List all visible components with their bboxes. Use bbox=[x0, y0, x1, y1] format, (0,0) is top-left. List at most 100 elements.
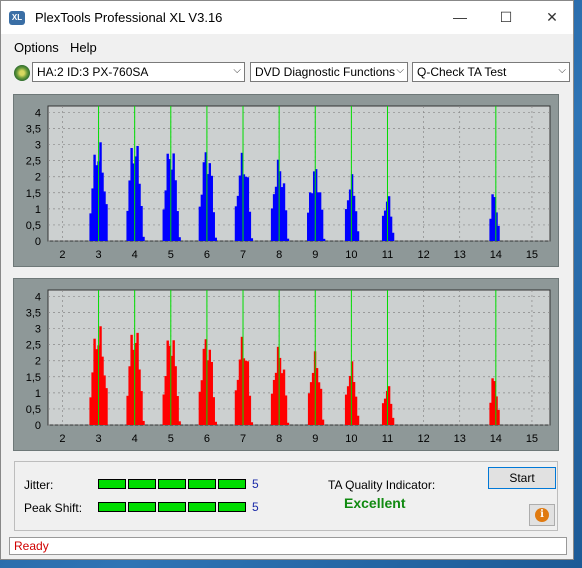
results-panel bbox=[14, 461, 558, 531]
drive-select[interactable]: HA:2 ID:3 PX-760SA ⌵ bbox=[32, 62, 245, 82]
y-tick-label: 1,5 bbox=[26, 188, 41, 200]
status-text: Ready bbox=[14, 539, 49, 553]
x-tick-label: 12 bbox=[417, 249, 429, 261]
menu-help[interactable]: Help bbox=[70, 40, 97, 55]
ta-quality-value: Excellent bbox=[344, 495, 406, 511]
plot-area bbox=[47, 105, 551, 242]
y-tick-label: 3 bbox=[35, 140, 41, 152]
histogram-bar bbox=[140, 206, 143, 241]
app-logo-icon: XL bbox=[9, 11, 25, 25]
function-select[interactable]: DVD Diagnostic Functions ⌵ bbox=[250, 62, 408, 82]
x-tick-label: 14 bbox=[490, 433, 502, 445]
x-tick-label: 13 bbox=[454, 249, 466, 261]
meter-segment bbox=[98, 479, 126, 489]
minimize-button[interactable]: — bbox=[437, 1, 483, 34]
histogram-bar bbox=[214, 237, 217, 241]
x-tick-label: 15 bbox=[526, 249, 538, 261]
x-tick-label: 2 bbox=[59, 433, 65, 445]
peak-shift-label: Peak Shift: bbox=[24, 501, 83, 515]
x-tick-label: 9 bbox=[312, 249, 318, 261]
drive-select-value: HA:2 ID:3 PX-760SA bbox=[37, 65, 149, 79]
x-tick-label: 8 bbox=[276, 249, 282, 261]
histogram-bar bbox=[248, 211, 252, 241]
y-tick-label: 4 bbox=[35, 291, 41, 303]
histogram-bar bbox=[248, 395, 252, 425]
title-bar[interactable]: XL PlexTools Professional XL V3.16 — ☐ ✕ bbox=[1, 1, 573, 34]
histogram-bar bbox=[178, 237, 181, 241]
histogram-bar bbox=[319, 388, 323, 425]
meter-segment bbox=[128, 479, 156, 489]
histogram-bar bbox=[391, 417, 395, 425]
histogram-bar bbox=[286, 238, 290, 241]
histogram-bar bbox=[284, 395, 288, 425]
histogram-bar bbox=[497, 409, 500, 425]
x-tick-label: 13 bbox=[454, 433, 466, 445]
x-tick-label: 3 bbox=[95, 249, 101, 261]
histogram-bar bbox=[105, 204, 108, 241]
menu-bar: Options Help bbox=[1, 37, 573, 57]
histogram-bar bbox=[176, 396, 179, 425]
ta-quality-label: TA Quality Indicator: bbox=[328, 478, 436, 492]
x-tick-label: 10 bbox=[345, 249, 357, 261]
function-select-value: DVD Diagnostic Functions bbox=[255, 65, 396, 79]
y-tick-label: 0 bbox=[35, 236, 41, 248]
close-button[interactable]: ✕ bbox=[529, 1, 575, 34]
info-button[interactable]: i bbox=[529, 504, 555, 526]
meter-segment bbox=[188, 502, 216, 512]
peak-shift-value: 5 bbox=[252, 500, 259, 514]
x-tick-label: 4 bbox=[132, 433, 138, 445]
window-title: PlexTools Professional XL V3.16 bbox=[35, 10, 223, 25]
histogram-bar bbox=[322, 238, 326, 241]
x-tick-label: 6 bbox=[204, 249, 210, 261]
y-tick-label: 1 bbox=[35, 388, 41, 400]
y-tick-label: 0,5 bbox=[26, 220, 41, 232]
histogram-bar bbox=[320, 209, 324, 241]
histogram-bar bbox=[356, 415, 360, 425]
top-chart-svg: 0 0,5 1 1,5 2 2,5 3 3,5 4 2 3 4 5 6 7 8 9 10 11 12 13 14 15 bbox=[26, 105, 551, 261]
y-tick-label: 1,5 bbox=[26, 372, 41, 384]
histogram-bar bbox=[176, 211, 179, 241]
histogram-bar bbox=[142, 236, 145, 241]
histogram-bar bbox=[286, 422, 290, 425]
y-tick-label: 2,5 bbox=[26, 156, 41, 168]
x-tick-label: 6 bbox=[204, 433, 210, 445]
histogram-bar bbox=[212, 397, 215, 425]
test-select-value: Q-Check TA Test bbox=[417, 65, 507, 79]
jitter-label: Jitter: bbox=[24, 478, 54, 492]
top-chart: 0 0,5 1 1,5 2 2,5 3 3,5 4 2 3 4 5 6 7 8 9 10 11 12 13 14 15 bbox=[13, 94, 559, 267]
x-tick-label: 8 bbox=[276, 433, 282, 445]
x-tick-label: 12 bbox=[417, 433, 429, 445]
bottom-chart-svg: 0 0,5 1 1,5 2 2,5 3 3,5 4 2 3 4 5 6 7 8 9 10 11 12 13 14 15 bbox=[26, 289, 551, 445]
meter-segment bbox=[158, 502, 186, 512]
histogram-bar bbox=[284, 210, 288, 241]
histogram-bar bbox=[214, 421, 217, 425]
x-tick-label: 2 bbox=[59, 249, 65, 261]
histogram-bar bbox=[356, 231, 360, 241]
x-tick-label: 15 bbox=[526, 433, 538, 445]
histogram-bar bbox=[250, 238, 254, 241]
histogram-bar bbox=[391, 232, 395, 241]
x-tick-label: 9 bbox=[312, 433, 318, 445]
y-tick-label: 3 bbox=[35, 324, 41, 336]
y-tick-label: 0,5 bbox=[26, 404, 41, 416]
plot-area bbox=[47, 289, 551, 426]
y-tick-label: 2 bbox=[35, 356, 41, 368]
jitter-value: 5 bbox=[252, 477, 259, 491]
x-tick-label: 10 bbox=[345, 433, 357, 445]
maximize-button[interactable]: ☐ bbox=[483, 1, 529, 34]
start-button[interactable]: Start bbox=[488, 467, 556, 489]
y-tick-label: 2 bbox=[35, 172, 41, 184]
x-tick-label: 11 bbox=[382, 249, 393, 261]
status-bar: Ready bbox=[9, 537, 567, 555]
y-tick-label: 2,5 bbox=[26, 340, 41, 352]
test-select[interactable]: Q-Check TA Test ⌵ bbox=[412, 62, 570, 82]
x-tick-label: 5 bbox=[168, 433, 174, 445]
x-tick-label: 7 bbox=[240, 249, 246, 261]
chevron-down-icon: ⌵ bbox=[396, 65, 404, 76]
menu-options[interactable]: Options bbox=[14, 40, 59, 55]
meter-segment bbox=[128, 502, 156, 512]
info-icon: i bbox=[535, 508, 549, 522]
histogram-bar bbox=[212, 212, 215, 241]
histogram-bar bbox=[497, 225, 500, 241]
meter-segment bbox=[158, 479, 186, 489]
